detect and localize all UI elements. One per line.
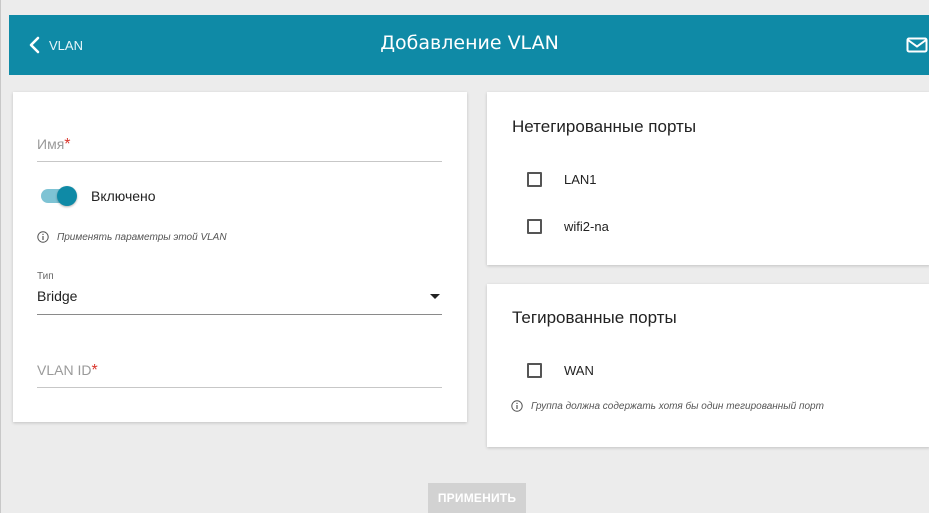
- apply-hint-text: Применять параметры этой VLAN: [57, 231, 227, 243]
- enabled-label: Включено: [91, 188, 156, 204]
- port-label: LAN1: [564, 172, 597, 187]
- apply-hint: Применять параметры этой VLAN: [37, 231, 227, 243]
- type-select[interactable]: Bridge: [37, 288, 442, 315]
- caret-down-icon: [430, 294, 440, 299]
- name-field[interactable]: Имя*: [37, 136, 442, 162]
- port-checkbox-lan1[interactable]: LAN1: [527, 172, 597, 187]
- tagged-ports-card: Тегированные порты WAN Группа должна сод…: [487, 284, 929, 447]
- type-value: Bridge: [37, 288, 78, 304]
- tagged-hint: Группа должна содержать хотя бы один тег…: [511, 400, 824, 412]
- info-icon: [511, 400, 523, 412]
- checkbox[interactable]: [527, 219, 542, 234]
- port-label: wifi2-na: [564, 219, 609, 234]
- info-icon: [37, 231, 49, 243]
- required-mark: *: [64, 136, 71, 153]
- page-background: VLAN Добавление VLAN Имя* Включено Приме…: [0, 0, 929, 513]
- enabled-toggle[interactable]: [41, 186, 77, 206]
- vlan-settings-card: Имя* Включено Применять параметры этой V…: [13, 92, 467, 422]
- checkbox[interactable]: [527, 172, 542, 187]
- port-label: WAN: [564, 363, 594, 378]
- top-bar: VLAN Добавление VLAN: [9, 15, 929, 75]
- untagged-ports-title: Нетегированные порты: [512, 117, 697, 136]
- tagged-hint-text: Группа должна содержать хотя бы один тег…: [531, 400, 824, 412]
- vlan-id-placeholder: VLAN ID: [37, 362, 92, 378]
- mail-icon: [906, 37, 928, 53]
- name-placeholder: Имя: [37, 136, 65, 152]
- untagged-ports-card: Нетегированные порты LAN1 wifi2-na: [487, 92, 929, 265]
- mail-button[interactable]: [906, 37, 928, 53]
- page-title: Добавление VLAN: [380, 32, 559, 54]
- port-checkbox-wifi2-na[interactable]: wifi2-na: [527, 219, 609, 234]
- checkbox[interactable]: [527, 363, 542, 378]
- port-checkbox-wan[interactable]: WAN: [527, 363, 594, 378]
- vlan-id-field[interactable]: VLAN ID*: [37, 362, 442, 388]
- apply-button[interactable]: ПРИМЕНИТЬ: [428, 483, 526, 513]
- tagged-ports-title: Тегированные порты: [512, 308, 677, 327]
- toggle-knob: [57, 186, 77, 206]
- required-mark: *: [91, 362, 98, 379]
- type-label: Тип: [37, 271, 54, 282]
